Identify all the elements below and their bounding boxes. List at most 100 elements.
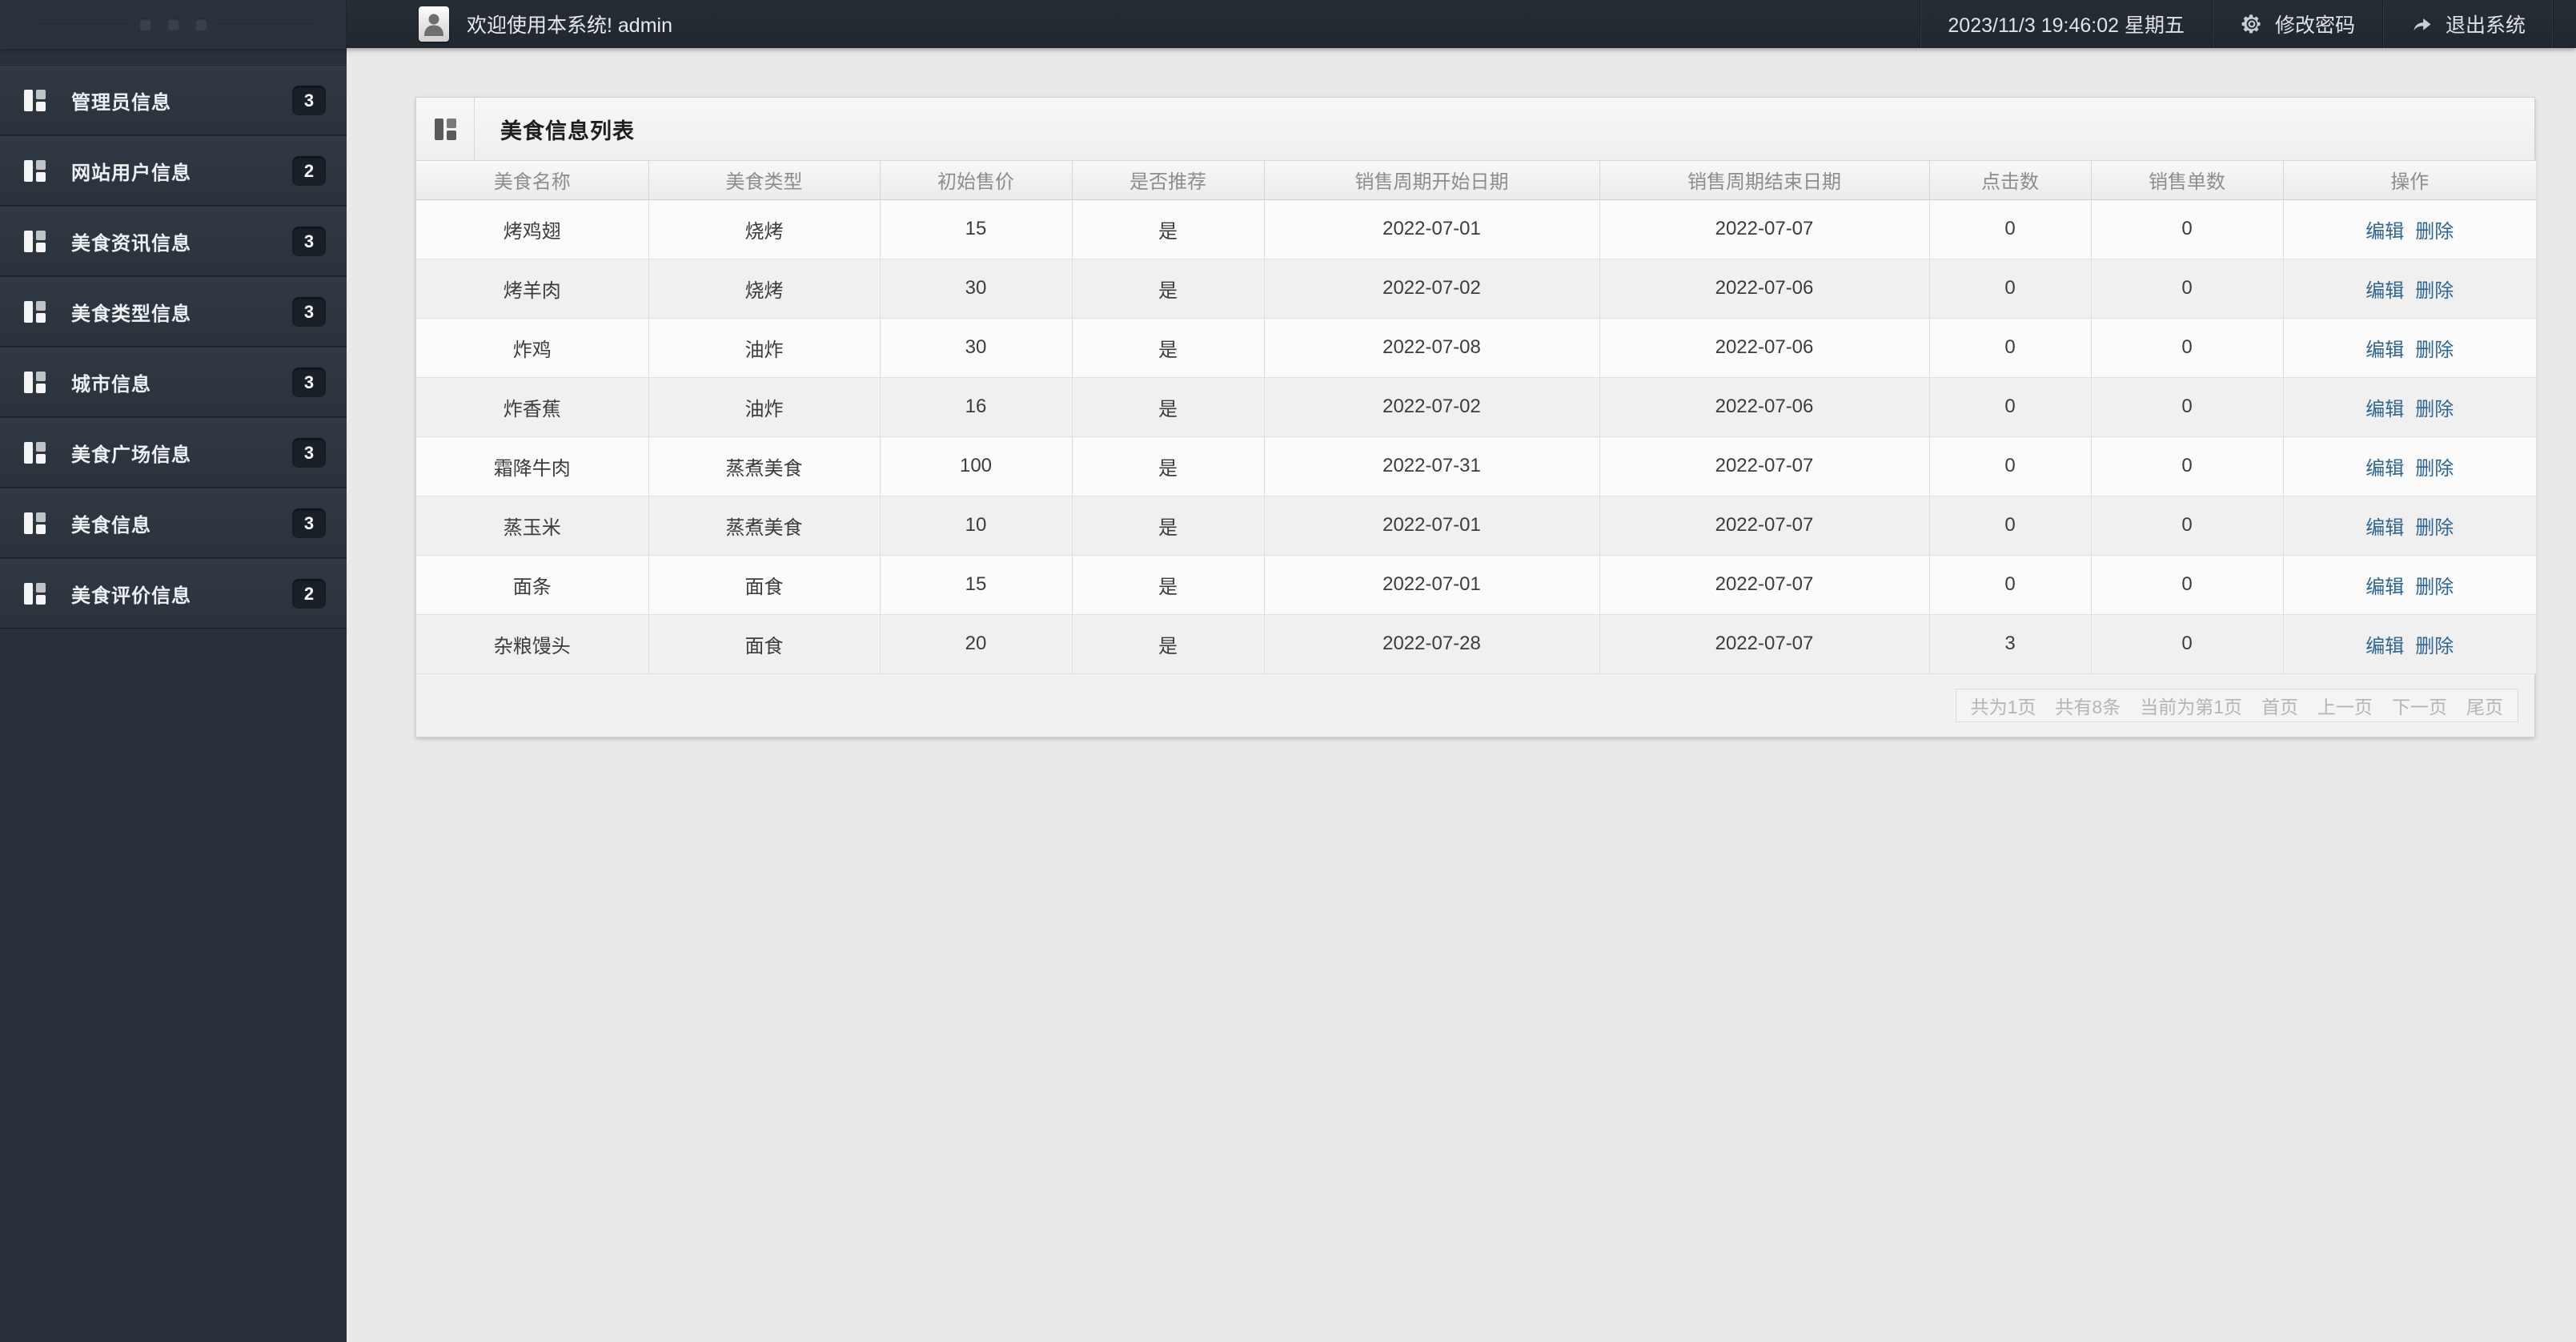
pagination-link[interactable]: 尾页: [2466, 692, 2503, 719]
cell-orders: 0: [2090, 496, 2283, 556]
cell-clicks: 0: [1928, 496, 2091, 556]
delete-link[interactable]: 删除: [2415, 340, 2454, 361]
delete-link[interactable]: 删除: [2415, 517, 2454, 539]
sidebar-item-label: 管理员信息: [71, 92, 171, 114]
user-avatar-icon: [419, 6, 449, 42]
change-password-label: 修改密码: [2274, 14, 2355, 37]
cell-price: 15: [879, 199, 1072, 259]
cell-actions: 编辑 删除: [2282, 199, 2536, 259]
cell-end: 2022-07-06: [1599, 318, 1929, 378]
sidebar-item-7[interactable]: 美食评价信息 2: [0, 560, 347, 628]
cell-name: 炸香蕉: [416, 377, 648, 437]
cell-name: 蒸玉米: [416, 496, 648, 556]
cell-recommended: 是: [1071, 614, 1264, 674]
cell-name: 炸鸡: [416, 318, 648, 378]
cell-orders: 0: [2090, 377, 2283, 437]
sidebar-item-2[interactable]: 美食资讯信息 3: [0, 207, 347, 275]
delete-link[interactable]: 删除: [2415, 221, 2454, 243]
cell-end: 2022-07-07: [1599, 555, 1929, 615]
grid-icon: [24, 301, 46, 323]
cell-start: 2022-07-28: [1263, 614, 1599, 674]
change-password-button[interactable]: 修改密码: [2211, 0, 2382, 48]
table-body: 烤鸡翅 烧烤 15 是 2022-07-01 2022-07-07 0 0 编辑 删除 烤羊肉 烧烤 3…: [416, 199, 2536, 674]
sidebar-item-count-badge: 2: [292, 579, 326, 609]
delete-link[interactable]: 删除: [2415, 636, 2454, 657]
edit-link[interactable]: 编辑: [2365, 399, 2404, 420]
sidebar-item-0[interactable]: 管理员信息 3: [0, 66, 347, 135]
sidebar-collapse-handle[interactable]: [0, 0, 347, 48]
edit-link[interactable]: 编辑: [2365, 458, 2404, 480]
delete-link[interactable]: 删除: [2415, 577, 2454, 598]
topbar: 欢迎使用本系统! admin 2023/11/3 19:46:02 星期五 修改…: [0, 0, 2576, 48]
grid-icon: [24, 442, 46, 464]
table-row: 烤羊肉 烧烤 30 是 2022-07-02 2022-07-06 0 0 编辑 删除: [416, 259, 2536, 319]
delete-link[interactable]: 删除: [2415, 280, 2454, 302]
table-row: 蒸玉米 蒸煮美食 10 是 2022-07-01 2022-07-07 0 0 编辑 删除: [416, 496, 2536, 556]
sidebar-item-6[interactable]: 美食信息 3: [0, 489, 347, 557]
cell-price: 15: [879, 555, 1072, 615]
cell-orders: 0: [2090, 199, 2283, 259]
cell-type: 烧烤: [648, 259, 880, 319]
cell-end: 2022-07-06: [1599, 259, 1929, 319]
pagination: 共为1页 共有8条 当前为第1页 首页 上一页 下一页 尾页: [1955, 688, 2518, 722]
cell-recommended: 是: [1071, 259, 1264, 319]
sidebar-item-label: 美食评价信息: [71, 585, 191, 607]
table-row: 杂粮馒头 面食 20 是 2022-07-28 2022-07-07 3 0 编辑 删除: [416, 614, 2536, 674]
pagination-link[interactable]: 首页: [2261, 692, 2298, 719]
cell-price: 20: [879, 614, 1072, 674]
cell-type: 蒸煮美食: [648, 496, 880, 556]
cell-start: 2022-07-02: [1263, 377, 1599, 437]
edit-link[interactable]: 编辑: [2365, 636, 2404, 657]
column-header: 初始售价: [879, 161, 1072, 200]
edit-link[interactable]: 编辑: [2365, 517, 2404, 539]
table-row: 炸鸡 油炸 30 是 2022-07-08 2022-07-06 0 0 编辑 删除: [416, 318, 2536, 378]
delete-link[interactable]: 删除: [2415, 458, 2454, 480]
sidebar-item-5[interactable]: 美食广场信息 3: [0, 419, 347, 487]
cell-end: 2022-07-07: [1599, 614, 1929, 674]
cell-clicks: 0: [1928, 199, 2091, 259]
cell-end: 2022-07-07: [1599, 496, 1929, 556]
column-header: 是否推荐: [1071, 161, 1264, 200]
cell-actions: 编辑 删除: [2282, 377, 2536, 437]
cell-start: 2022-07-08: [1263, 318, 1599, 378]
cell-recommended: 是: [1071, 199, 1264, 259]
sidebar-item-label: 城市信息: [71, 374, 151, 396]
grid-icon: [24, 512, 46, 534]
cell-price: 10: [879, 496, 1072, 556]
cell-clicks: 0: [1928, 436, 2091, 496]
column-header: 销售单数: [2090, 161, 2283, 200]
cell-price: 100: [879, 436, 1072, 496]
cell-start: 2022-07-01: [1263, 496, 1599, 556]
cell-recommended: 是: [1071, 436, 1264, 496]
cell-actions: 编辑 删除: [2282, 496, 2536, 556]
sidebar-item-label: 美食类型信息: [71, 303, 191, 325]
sidebar-item-1[interactable]: 网站用户信息 2: [0, 137, 347, 205]
cell-type: 油炸: [648, 377, 880, 437]
delete-link[interactable]: 删除: [2415, 399, 2454, 420]
cell-actions: 编辑 删除: [2282, 555, 2536, 615]
cell-actions: 编辑 删除: [2282, 614, 2536, 674]
edit-link[interactable]: 编辑: [2365, 340, 2404, 361]
handle-line-right: [216, 23, 311, 25]
cell-start: 2022-07-02: [1263, 259, 1599, 319]
sidebar-item-3[interactable]: 美食类型信息 3: [0, 278, 347, 346]
pagination-link[interactable]: 上一页: [2317, 692, 2373, 719]
table-row: 炸香蕉 油炸 16 是 2022-07-02 2022-07-06 0 0 编辑 删除: [416, 377, 2536, 437]
logout-button[interactable]: 退出系统: [2381, 0, 2554, 48]
pagination-link[interactable]: 下一页: [2392, 692, 2447, 719]
cell-type: 面食: [648, 555, 880, 615]
cell-orders: 0: [2090, 436, 2283, 496]
grid-icon: [24, 231, 46, 252]
sidebar-item-4[interactable]: 城市信息 3: [0, 348, 347, 416]
table-row: 霜降牛肉 蒸煮美食 100 是 2022-07-31 2022-07-07 0 0 编辑 删除: [416, 436, 2536, 496]
cell-actions: 编辑 删除: [2282, 436, 2536, 496]
gear-icon: [2240, 12, 2264, 36]
edit-link[interactable]: 编辑: [2365, 221, 2404, 243]
cell-price: 16: [879, 377, 1072, 437]
pagination-info: 共有8条: [2055, 696, 2121, 717]
cell-price: 30: [879, 259, 1072, 319]
edit-link[interactable]: 编辑: [2365, 577, 2404, 598]
edit-link[interactable]: 编辑: [2365, 280, 2404, 302]
sidebar-item-label: 美食信息: [71, 515, 151, 536]
cell-orders: 0: [2090, 318, 2283, 378]
